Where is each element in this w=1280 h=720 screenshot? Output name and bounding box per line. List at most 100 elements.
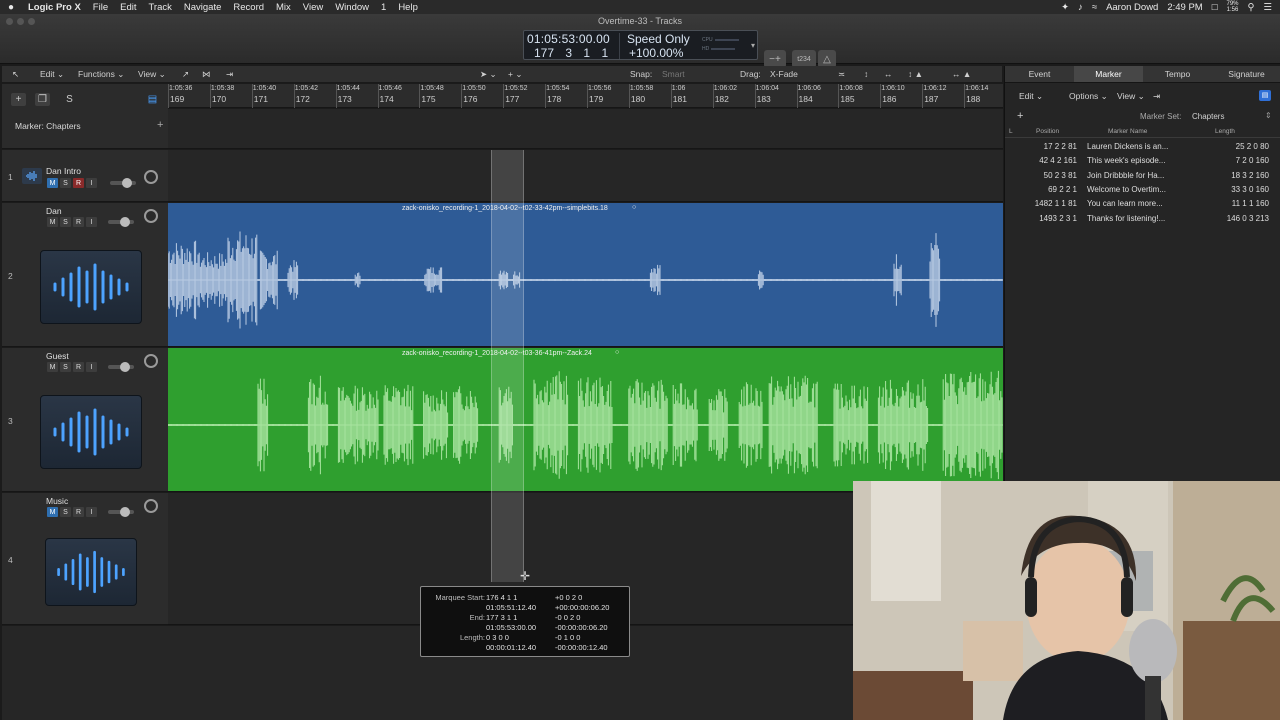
marker-view-menu[interactable]: View ⌄	[1117, 91, 1145, 102]
marker-length[interactable]: 11 1 1 160	[1195, 199, 1269, 208]
add-marker-button[interactable]: +	[1017, 110, 1023, 122]
lcd-display[interactable]: 01:05:53:00.00 177 3 1 1 Speed Only +100…	[523, 30, 758, 60]
volume-fader[interactable]	[108, 217, 134, 227]
menu-view[interactable]: View	[297, 2, 329, 13]
fader-knob[interactable]	[120, 507, 130, 517]
battery-indicator[interactable]: 79% 1:56	[1226, 1, 1238, 13]
fader-knob[interactable]	[120, 362, 130, 372]
track-name[interactable]: Music	[46, 496, 68, 506]
spotlight-icon[interactable]: ⚲	[1248, 2, 1255, 13]
timeline-ruler[interactable]: 1:05:36 169 1:05:38 170 1:05:40 171 1:05:42 172…	[168, 84, 1003, 108]
marker-list-row[interactable]: 1493 2 3 1 Thanks for listening!... 146 0 …	[1005, 212, 1280, 226]
marker-list-row[interactable]: 69 2 2 1 Welcome to Overtim... 33 3 0 160	[1005, 183, 1280, 197]
menu-track[interactable]: Track	[142, 2, 177, 13]
horizontal-zoom-icon[interactable]: ↔	[884, 69, 893, 79]
marker-position[interactable]: 42 4 2 161	[1005, 156, 1077, 165]
track-name[interactable]: Guest	[46, 351, 69, 361]
dropbox-icon[interactable]: ✦	[1061, 2, 1069, 13]
mute-button[interactable]: M	[47, 217, 58, 227]
vertical-zoom-icon[interactable]: ↕	[864, 69, 868, 79]
marker-set-dropdown-icon[interactable]: ⇕	[1265, 111, 1272, 120]
volume-fader[interactable]	[108, 362, 134, 372]
marker-options-menu[interactable]: Options ⌄	[1069, 91, 1108, 102]
marquee-tool-icon[interactable]: + ⌄	[508, 69, 522, 80]
menubar-user[interactable]: Aaron Dowd	[1106, 2, 1158, 13]
marker-list-row[interactable]: 1482 1 1 81 You can learn more... 11 1 1 1…	[1005, 197, 1280, 211]
volume-fader[interactable]	[110, 178, 136, 188]
mute-button[interactable]: M	[47, 362, 58, 372]
track-header-dan[interactable]: 2 Dan M S R I	[2, 203, 168, 347]
fader-knob[interactable]	[122, 178, 132, 188]
marker-position[interactable]: 1493 2 3 1	[1005, 214, 1077, 223]
track-header-guest[interactable]: 3 Guest M S R I	[2, 348, 168, 492]
marker-length[interactable]: 7 2 0 160	[1195, 156, 1269, 165]
track-header-music[interactable]: 4 Music M S R I	[2, 493, 168, 625]
snap-select[interactable]: Smart	[662, 69, 685, 79]
marker-position[interactable]: 69 2 2 1	[1005, 185, 1077, 194]
functions-menu[interactable]: Functions ⌄	[78, 69, 124, 80]
track-header-dan-intro[interactable]: 1 Dan Intro M S R I	[2, 150, 168, 202]
flex-icon[interactable]: ⋈	[202, 69, 211, 80]
marker-set-select[interactable]: Chapters	[1192, 112, 1224, 121]
add-marker-icon[interactable]: +	[157, 119, 163, 131]
track-name[interactable]: Dan	[46, 206, 62, 216]
menu-help[interactable]: Help	[392, 2, 424, 13]
input-monitor-button[interactable]: I	[86, 178, 97, 188]
marker-length[interactable]: 25 2 0 80	[1195, 142, 1269, 151]
marker-list-row[interactable]: 17 2 2 81 Lauren Dickens is an... 25 2 0 8…	[1005, 140, 1280, 154]
view-menu[interactable]: View ⌄	[138, 69, 166, 80]
zoom-slider-icon[interactable]: ↕ ▲	[908, 69, 923, 79]
menu-file[interactable]: File	[87, 2, 114, 13]
menu-1[interactable]: 1	[375, 2, 392, 13]
marker-name[interactable]: This week's episode...	[1087, 156, 1165, 165]
record-enable-button[interactable]: R	[73, 507, 84, 517]
input-monitor-button[interactable]: I	[86, 362, 97, 372]
audio-region-guest[interactable]: zack-onisko_recording-1_2018-04-02--t03-…	[168, 348, 1003, 491]
solo-button[interactable]: S	[60, 362, 71, 372]
col-length[interactable]: Length	[1215, 128, 1235, 135]
tab-event[interactable]: Event	[1005, 66, 1074, 82]
track-name[interactable]: Dan Intro	[46, 166, 81, 176]
record-enable-button[interactable]: R	[73, 217, 84, 227]
solo-button[interactable]: S	[60, 507, 71, 517]
apple-menu-icon[interactable]: ●	[0, 2, 22, 13]
input-monitor-button[interactable]: I	[86, 217, 97, 227]
col-position[interactable]: Position	[1036, 128, 1059, 135]
edit-menu[interactable]: Edit ⌄	[40, 69, 64, 80]
tab-tempo[interactable]: Tempo	[1143, 66, 1212, 82]
marker-position[interactable]: 50 2 3 81	[1005, 171, 1077, 180]
pan-knob[interactable]	[144, 354, 158, 368]
solo-button[interactable]: S	[60, 178, 71, 188]
input-monitor-button[interactable]: I	[86, 507, 97, 517]
marker-name[interactable]: Thanks for listening!...	[1087, 214, 1165, 223]
marker-edit-menu[interactable]: Edit ⌄	[1019, 91, 1043, 102]
menu-app[interactable]: Logic Pro X	[22, 2, 87, 13]
marker-lane[interactable]	[168, 109, 1003, 149]
menu-window[interactable]: Window	[329, 2, 375, 13]
lcd-dropdown-icon[interactable]: ▾	[751, 41, 755, 50]
marker-length[interactable]: 18 3 2 160	[1195, 171, 1269, 180]
col-marker-name[interactable]: Marker Name	[1108, 128, 1147, 135]
menu-navigate[interactable]: Navigate	[178, 2, 228, 13]
drag-select[interactable]: X-Fade	[770, 69, 798, 79]
solo-button[interactable]: S	[60, 217, 71, 227]
waveform-zoom-icon[interactable]: ≍	[838, 69, 845, 80]
back-icon[interactable]: ↖	[12, 69, 19, 80]
record-enable-button[interactable]: R	[73, 362, 84, 372]
duplicate-track-button[interactable]: ❐	[35, 93, 50, 106]
track-lane-guest[interactable]: zack-onisko_recording-1_2018-04-02--t03-…	[168, 348, 1003, 492]
track-lane-dan[interactable]: zack-onisko_recording-1_2018-04-02--t02-…	[168, 203, 1003, 347]
menu-edit[interactable]: Edit	[114, 2, 142, 13]
marker-name[interactable]: Lauren Dickens is an...	[1087, 142, 1168, 151]
pan-knob[interactable]	[144, 499, 158, 513]
mute-button[interactable]: M	[47, 507, 58, 517]
add-track-button[interactable]: +	[11, 93, 26, 106]
pointer-tool-icon[interactable]: ➤ ⌄	[480, 69, 497, 80]
catch-icon[interactable]: ⇥	[226, 69, 233, 80]
global-solo-button[interactable]: S	[62, 93, 77, 106]
marker-name[interactable]: You can learn more...	[1087, 199, 1163, 208]
mute-button[interactable]: M	[47, 178, 58, 188]
horizontal-zoom-slider-icon[interactable]: ↔ ▲	[952, 69, 971, 79]
audio-region-dan[interactable]: zack-onisko_recording-1_2018-04-02--t02-…	[168, 203, 1003, 346]
tab-marker[interactable]: Marker	[1074, 66, 1143, 82]
